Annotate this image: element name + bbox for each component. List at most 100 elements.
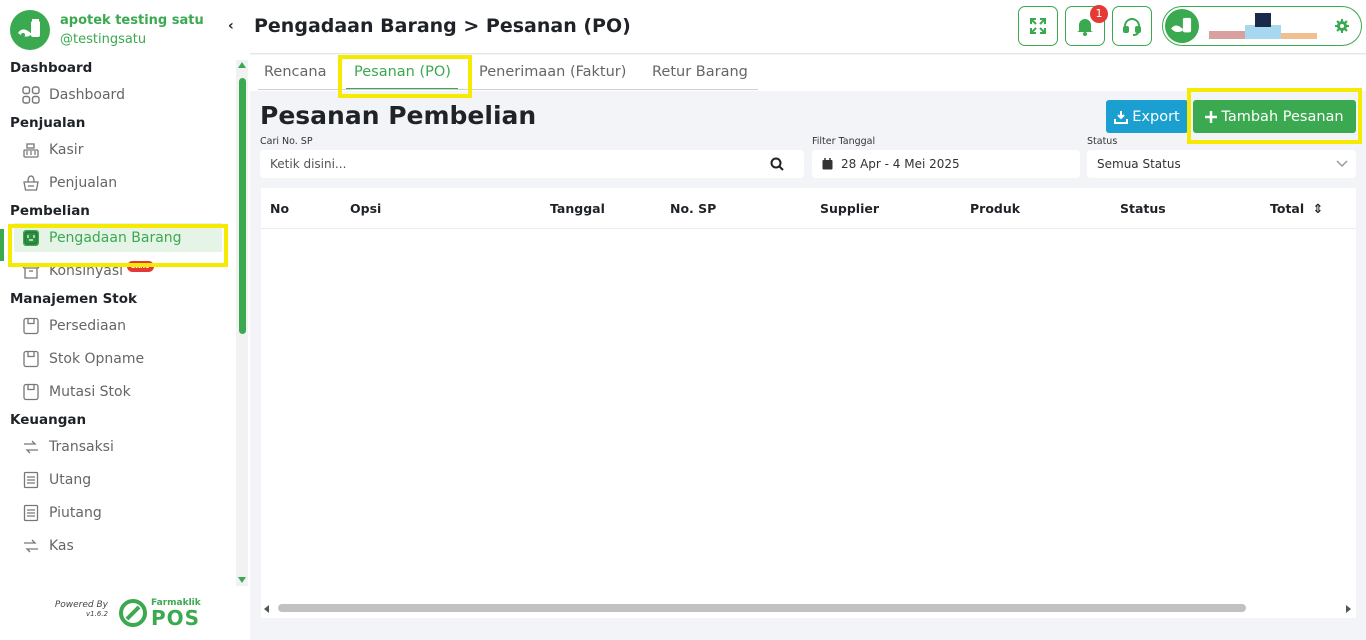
settings-icon[interactable]	[1335, 19, 1349, 33]
sidebar-item-piutang[interactable]: Piutang	[0, 496, 236, 529]
orders-table: No Opsi Tanggal No. SP Supplier Produk S…	[261, 188, 1356, 618]
table-horizontal-scrollbar[interactable]	[278, 604, 1246, 612]
product-name-bottom: POS	[151, 605, 201, 630]
section-keuangan: Keuangan	[10, 412, 87, 428]
fullscreen-icon	[1030, 18, 1046, 34]
notification-count: 1	[1090, 5, 1108, 23]
search-input[interactable]: Ketik disini...	[260, 150, 804, 178]
status-select[interactable]: Semua Status	[1087, 150, 1356, 178]
headset-icon	[1123, 18, 1141, 36]
brand-username: @testingsatu	[60, 32, 147, 47]
sidebar-item-label: Kasir	[49, 141, 84, 158]
pharmacy-logo-icon	[10, 10, 50, 50]
sidebar-item-label: Mutasi Stok	[49, 383, 131, 400]
brand[interactable]: apotek testing satu @testingsatu	[10, 10, 204, 50]
calendar-icon	[822, 158, 833, 170]
redacted-name	[1245, 25, 1281, 39]
sidebar-item-label: Kas	[49, 537, 74, 554]
cash-register-icon	[22, 141, 40, 159]
tab-penerimaan-faktur[interactable]: Penerimaan (Faktur)	[479, 55, 626, 89]
sidebar-item-utang[interactable]: Utang	[0, 463, 236, 496]
column-header-produk: Produk	[970, 201, 1021, 216]
highlight-box	[8, 224, 228, 267]
brand-name: apotek testing satu	[60, 13, 204, 28]
sidebar-item-kasir[interactable]: Kasir	[0, 133, 236, 166]
sidebar-item-penjualan[interactable]: Penjualan	[0, 166, 236, 199]
box-icon	[22, 383, 40, 401]
tab-rencana[interactable]: Rencana	[264, 55, 326, 89]
sidebar-item-persediaan[interactable]: Persediaan	[0, 309, 236, 342]
redacted-name	[1209, 31, 1245, 39]
column-header-status: Status	[1120, 201, 1166, 216]
sidebar-item-label: Penjualan	[49, 174, 118, 191]
scroll-down-icon[interactable]	[238, 577, 246, 583]
export-label: Export	[1132, 108, 1180, 125]
sidebar-item-transaksi[interactable]: Transaksi	[0, 430, 236, 463]
sidebar-item-label: Transaksi	[49, 438, 114, 455]
sort-icon[interactable]: ⇕	[1313, 201, 1323, 216]
scroll-right-icon[interactable]	[1346, 605, 1351, 613]
sidebar-item-mutasi-stok[interactable]: Mutasi Stok	[0, 375, 236, 408]
redacted-name	[1281, 33, 1317, 39]
date-filter-input[interactable]: 28 Apr - 4 Mei 2025	[812, 150, 1080, 178]
transfer-icon	[22, 537, 40, 555]
topbar: Pengadaan Barang > Pesanan (PO) 1	[250, 0, 1366, 54]
scroll-up-icon[interactable]	[238, 62, 246, 68]
receipt-icon	[22, 504, 40, 522]
transfer-icon	[22, 438, 40, 456]
status-label: Status	[1087, 136, 1118, 147]
page-title: Pengadaan Barang > Pesanan (PO)	[254, 15, 631, 37]
powered-by-text: Powered By	[54, 600, 108, 610]
collapse-sidebar-icon[interactable]: ‹	[228, 18, 234, 34]
section-pembelian: Pembelian	[10, 203, 90, 219]
active-indicator	[0, 229, 4, 261]
section-penjualan: Penjualan	[10, 115, 86, 131]
column-header-no: No	[270, 201, 290, 216]
date-filter-label: Filter Tanggal	[812, 136, 876, 147]
sidebar-item-label: Piutang	[49, 504, 102, 521]
tab-divider	[258, 89, 758, 90]
profile-menu[interactable]	[1162, 6, 1362, 46]
sidebar-item-kas[interactable]: Kas	[0, 529, 236, 562]
box-icon	[22, 350, 40, 368]
highlight-box	[1187, 88, 1362, 144]
sidebar-item-dashboard[interactable]: Dashboard	[0, 78, 236, 111]
column-header-total[interactable]: Total ⇕	[1270, 201, 1323, 216]
sidebar-menu: Dashboard Dashboard Penjualan Kasir Penj…	[0, 58, 236, 562]
highlight-box	[338, 55, 472, 98]
date-filter-value: 28 Apr - 4 Mei 2025	[841, 157, 960, 171]
column-header-tanggal: Tanggal	[550, 201, 605, 216]
section-manajemen-stok: Manajemen Stok	[10, 291, 138, 307]
sidebar-item-label: Dashboard	[49, 86, 125, 103]
status-value: Semua Status	[1097, 157, 1181, 171]
support-button[interactable]	[1112, 6, 1152, 46]
fullscreen-button[interactable]	[1018, 6, 1058, 46]
receipt-icon	[22, 471, 40, 489]
sidebar: apotek testing satu @testingsatu ‹ Dashb…	[0, 0, 250, 640]
search-label: Cari No. SP	[260, 136, 313, 147]
farmaklik-pos-logo: Farmaklik POS	[118, 598, 201, 628]
scroll-left-icon[interactable]	[264, 605, 269, 613]
header-divider	[261, 228, 1356, 229]
search-icon[interactable]	[770, 157, 784, 171]
sidebar-item-label: Stok Opname	[49, 350, 145, 367]
page-heading: Pesanan Pembelian	[260, 101, 537, 130]
box-icon	[22, 317, 40, 335]
powered-by: Powered By v1.6.2	[48, 600, 108, 618]
sidebar-item-stok-opname[interactable]: Stok Opname	[0, 342, 236, 375]
sidebar-item-label: Utang	[49, 471, 92, 488]
column-header-opsi: Opsi	[350, 201, 382, 216]
basket-icon	[22, 174, 40, 192]
chevron-down-icon	[1336, 160, 1348, 168]
sidebar-item-label: Persediaan	[49, 317, 127, 334]
column-header-no-sp: No. SP	[670, 201, 717, 216]
column-header-supplier: Supplier	[820, 201, 880, 216]
export-button[interactable]: Export	[1106, 100, 1188, 133]
section-dashboard: Dashboard	[10, 60, 93, 76]
tab-retur-barang[interactable]: Retur Barang	[652, 55, 748, 89]
column-header-total-label: Total	[1270, 201, 1305, 216]
download-icon	[1114, 110, 1129, 124]
sidebar-scroll-thumb[interactable]	[239, 78, 246, 334]
notification-button[interactable]: 1	[1065, 5, 1108, 46]
version-text: v1.6.2	[86, 610, 108, 618]
